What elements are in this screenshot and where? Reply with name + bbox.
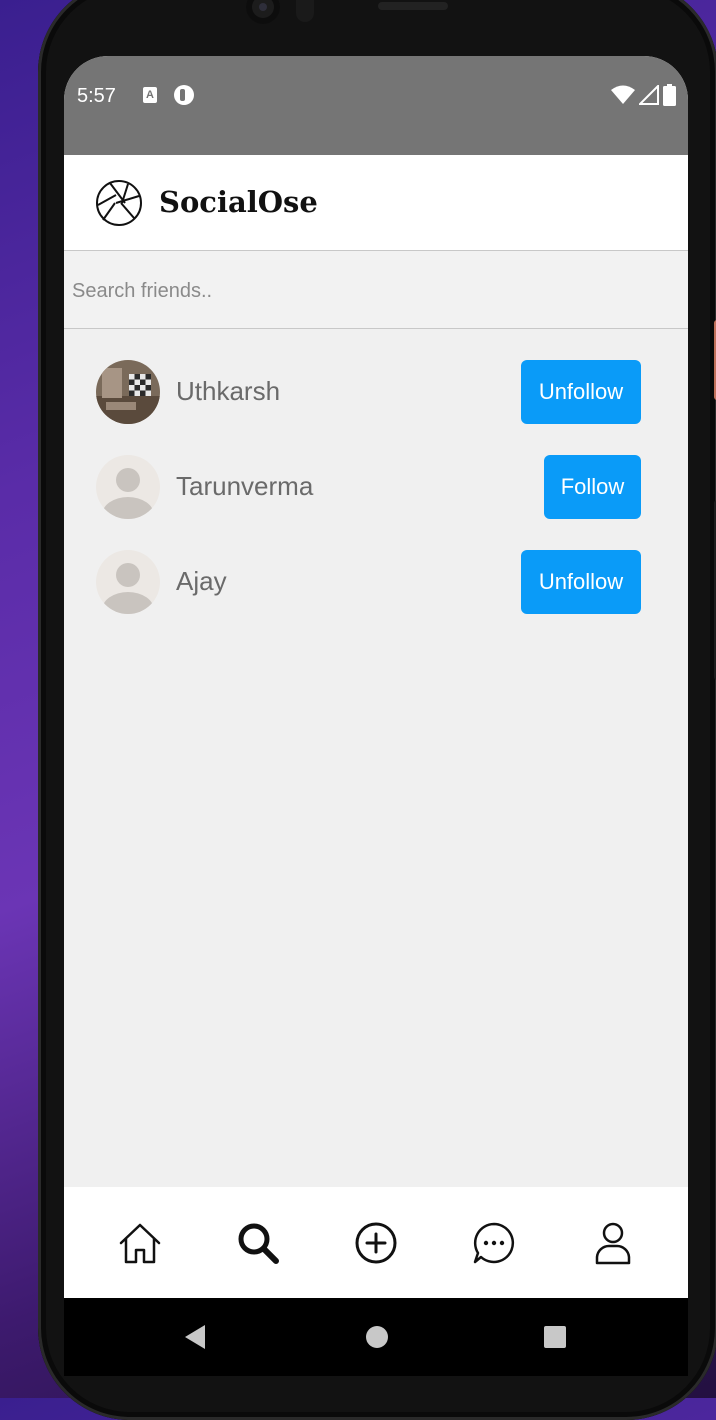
status-bar: 5:57 A: [64, 56, 688, 155]
app-title: SocialOse: [159, 185, 318, 219]
plus-circle-icon[interactable]: [352, 1219, 400, 1267]
user-name: Uthkarsh: [176, 376, 281, 406]
system-nav-bar: [64, 1298, 688, 1376]
user-photo: [96, 360, 160, 424]
follow-button[interactable]: Follow: [544, 455, 641, 519]
back-icon[interactable]: [183, 1324, 207, 1350]
default-user-icon: [102, 563, 154, 614]
list-item: Ajay Unfollow: [64, 536, 688, 631]
home-circle-icon[interactable]: [365, 1324, 389, 1350]
unfollow-button[interactable]: Unfollow: [521, 360, 641, 424]
list-item: Tarunverma Follow: [64, 441, 688, 536]
search-input[interactable]: [70, 273, 674, 309]
home-icon[interactable]: [116, 1219, 164, 1267]
wifi-icon: [611, 85, 635, 104]
user-icon[interactable]: [589, 1219, 637, 1267]
recents-square-icon[interactable]: [543, 1324, 567, 1350]
aperture-icon: [96, 180, 142, 226]
user-name: Ajay: [176, 566, 227, 596]
list-item: Uthkarsh Unfollow: [64, 346, 688, 441]
front-camera: [246, 0, 280, 24]
avatar: [96, 360, 160, 424]
avatar: [96, 550, 160, 614]
status-time: 5:57: [77, 85, 116, 107]
default-user-icon: [102, 468, 154, 519]
bottom-tab-bar: [64, 1187, 688, 1298]
search-icon[interactable]: [234, 1219, 282, 1267]
user-name: Tarunverma: [176, 471, 314, 501]
pause-circle-icon: [174, 85, 194, 105]
search-bar: [64, 251, 688, 329]
chat-bubble-icon[interactable]: [470, 1219, 518, 1267]
accessibility-a-icon: A: [143, 87, 157, 103]
earpiece-speaker: [378, 2, 448, 10]
battery-icon: [663, 84, 676, 106]
app-bar: SocialOse: [64, 155, 688, 251]
unfollow-button[interactable]: Unfollow: [521, 550, 641, 614]
sensor: [296, 0, 314, 22]
user-list: Uthkarsh Unfollow Tarunverma Follow Ajay…: [64, 346, 688, 631]
screen: 5:57 A SocialOse Search friends.. Uthkar…: [64, 56, 688, 1376]
avatar: [96, 455, 160, 519]
signal-icon: [639, 85, 659, 105]
